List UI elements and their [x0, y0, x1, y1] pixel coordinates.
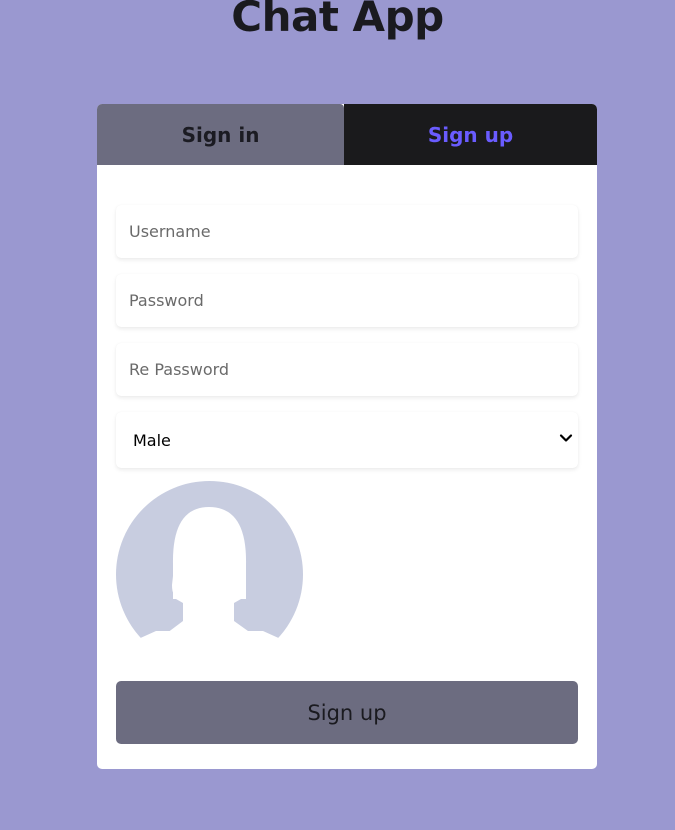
auth-tabs: Sign in Sign up	[97, 104, 597, 165]
tab-sign-up[interactable]: Sign up	[344, 104, 597, 165]
password-input[interactable]	[116, 274, 578, 327]
signup-form: Male	[116, 205, 578, 468]
sign-up-button[interactable]: Sign up	[116, 681, 578, 744]
default-user-avatar-icon	[116, 481, 303, 649]
auth-card: Sign in Sign up Male	[97, 104, 597, 769]
username-input[interactable]	[116, 205, 578, 258]
chevron-down-icon	[559, 434, 573, 442]
repassword-input[interactable]	[116, 343, 578, 396]
gender-select[interactable]: Male	[116, 412, 578, 468]
avatar-upload[interactable]	[116, 481, 303, 651]
gender-select-value: Male	[133, 430, 171, 450]
app-title: Chat App	[231, 0, 444, 41]
tab-sign-in[interactable]: Sign in	[97, 104, 344, 165]
